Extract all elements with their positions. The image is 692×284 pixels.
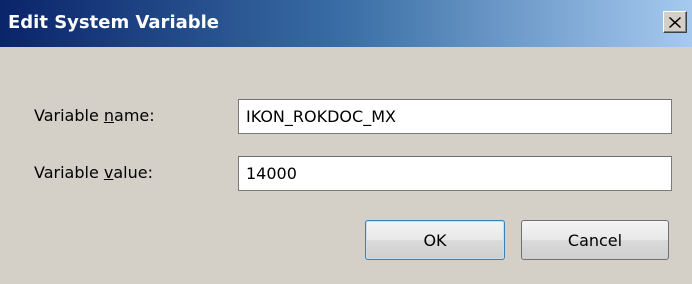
variable-name-input[interactable] [238, 99, 672, 134]
close-x-icon [669, 16, 681, 28]
ok-button[interactable]: OK [365, 220, 505, 260]
variable-value-label: Variable value: [34, 163, 153, 182]
dialog-title: Edit System Variable [8, 12, 220, 33]
variable-value-input[interactable] [238, 156, 672, 191]
cancel-button[interactable]: Cancel [521, 220, 669, 260]
title-bar[interactable]: Edit System Variable [0, 0, 692, 47]
close-button[interactable] [663, 11, 687, 33]
edit-system-variable-dialog: Edit System Variable Variable name: Vari… [0, 0, 692, 284]
variable-name-label: Variable name: [34, 106, 155, 125]
